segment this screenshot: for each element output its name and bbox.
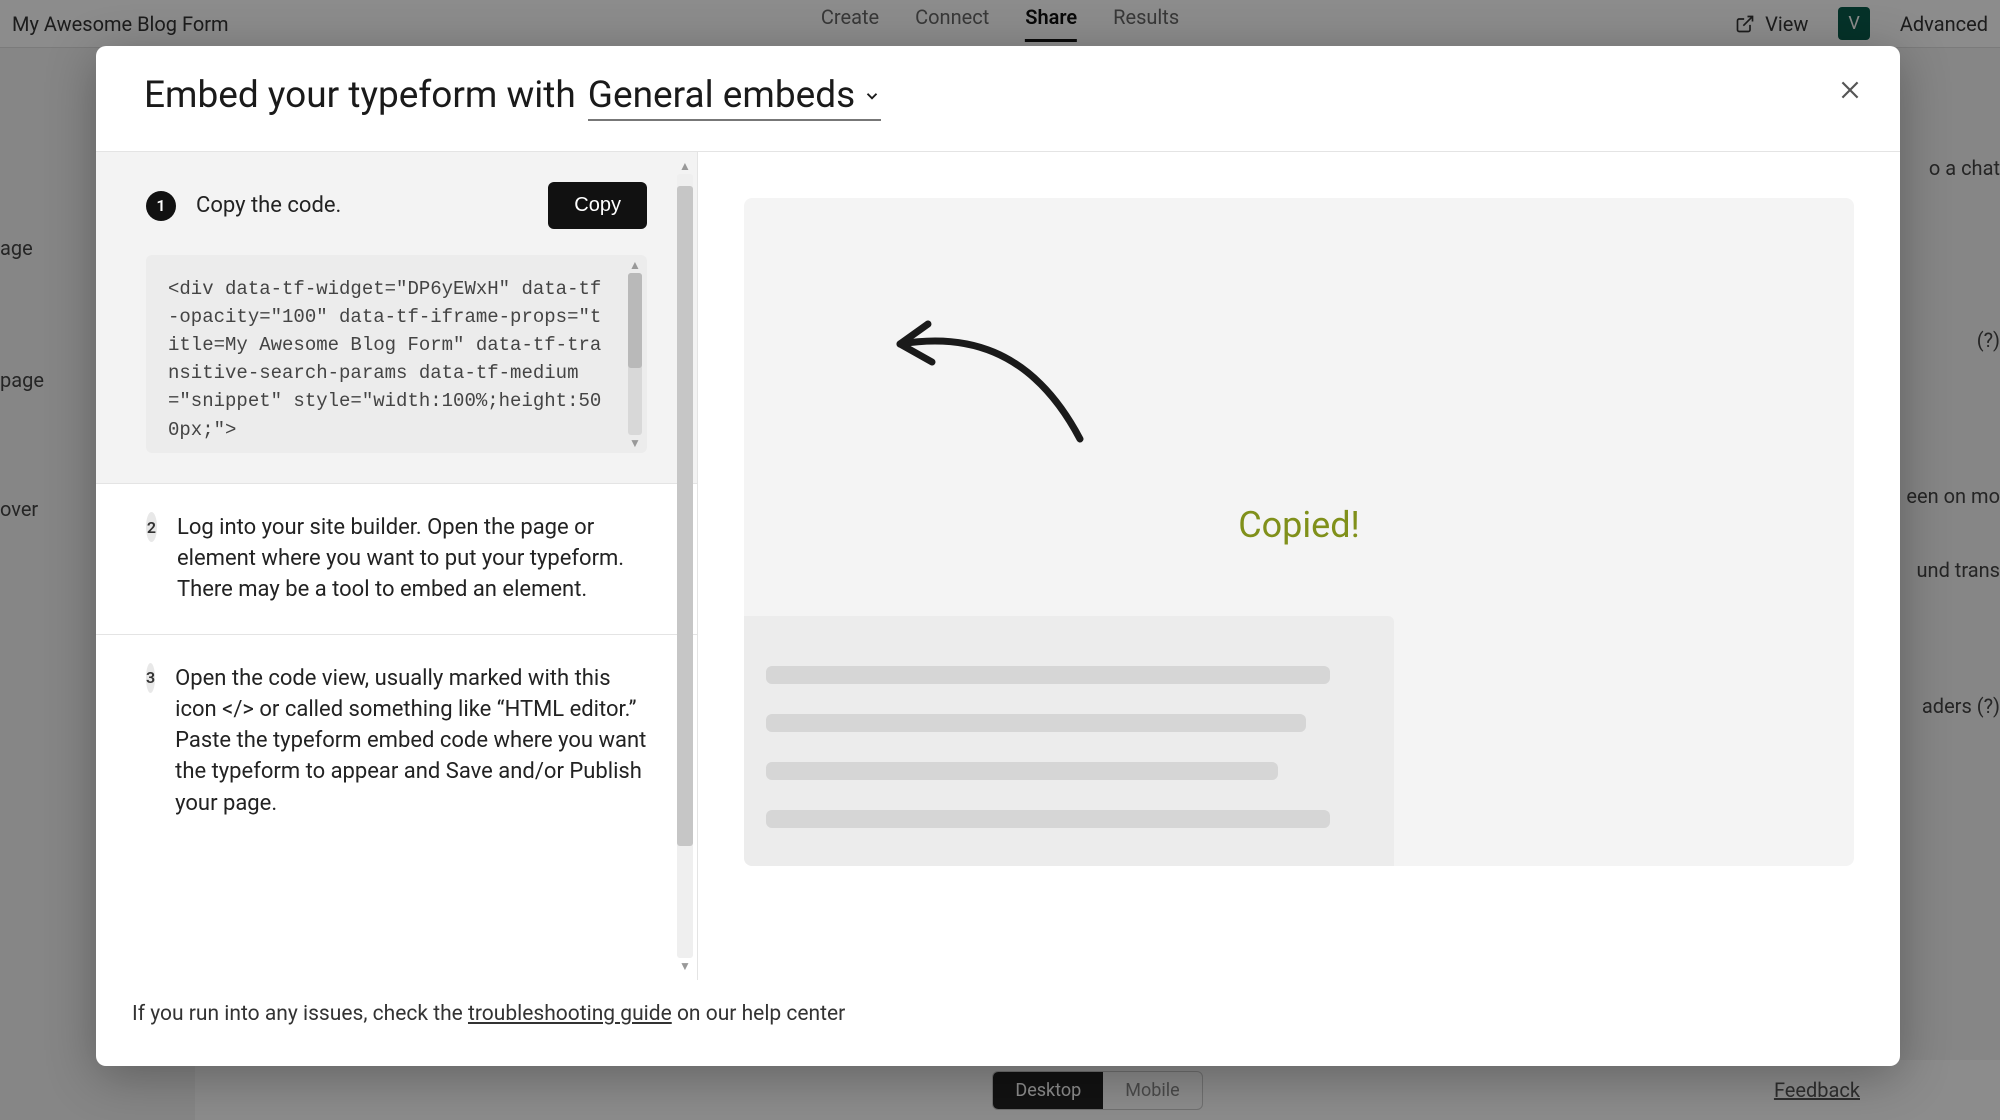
step-3: 3 Open the code view, usually marked wit…	[96, 634, 697, 847]
code-snippet-box[interactable]: <div data-tf-widget="DP6yEWxH" data-tf-o…	[146, 255, 647, 453]
skeleton-line	[766, 762, 1278, 780]
close-button[interactable]	[1832, 72, 1868, 108]
step-number-1: 1	[146, 191, 176, 221]
code-scrollbar[interactable]: ▲ ▼	[627, 259, 643, 449]
code-snippet: <div data-tf-widget="DP6yEWxH" data-tf-o…	[168, 275, 607, 444]
modal-header: Embed your typeform with General embeds	[96, 46, 1900, 151]
step-1-title: Copy the code.	[196, 193, 528, 218]
step-number-2: 2	[146, 512, 157, 542]
scroll-down-icon[interactable]: ▼	[679, 958, 691, 974]
skeleton-line	[766, 714, 1306, 732]
skeleton-line	[766, 810, 1330, 828]
preview-panel: Copied!	[698, 152, 1900, 980]
scroll-up-icon[interactable]: ▲	[679, 158, 691, 174]
modal-body: 1 Copy the code. Copy <div data-tf-widge…	[96, 152, 1900, 980]
curved-arrow-icon	[880, 304, 1100, 444]
footer-prefix: If you run into any issues, check the	[132, 1002, 468, 1026]
chevron-down-icon	[863, 87, 881, 105]
modal-title-prefix: Embed your typeform with	[144, 74, 576, 117]
embed-type-dropdown[interactable]: General embeds	[588, 74, 881, 121]
modal-footer: If you run into any issues, check the tr…	[96, 980, 1900, 1066]
skeleton-line	[766, 666, 1330, 684]
copied-toast: Copied!	[1238, 504, 1360, 546]
scrollbar-thumb[interactable]	[677, 186, 693, 846]
troubleshooting-link[interactable]: troubleshooting guide	[468, 1002, 672, 1026]
preview-card: Copied!	[744, 198, 1854, 866]
close-icon	[1837, 77, 1863, 103]
scroll-down-icon[interactable]: ▼	[629, 437, 641, 449]
preview-doc-skeleton	[744, 616, 1394, 866]
scrollbar-thumb[interactable]	[628, 273, 642, 368]
steps-scroll[interactable]: 1 Copy the code. Copy <div data-tf-widge…	[96, 152, 697, 980]
scroll-up-icon[interactable]: ▲	[629, 259, 641, 271]
footer-suffix: on our help center	[672, 1002, 846, 1026]
copy-button[interactable]: Copy	[548, 182, 647, 229]
panel-scrollbar[interactable]: ▲ ▼	[675, 158, 695, 974]
step-2-text: Log into your site builder. Open the pag…	[177, 512, 647, 606]
modal-title: Embed your typeform with General embeds	[144, 74, 881, 121]
embed-modal: Embed your typeform with General embeds …	[96, 46, 1900, 1066]
step-2: 2 Log into your site builder. Open the p…	[96, 483, 697, 634]
steps-panel: 1 Copy the code. Copy <div data-tf-widge…	[96, 152, 698, 980]
step-number-3: 3	[146, 663, 155, 693]
step-3-text: Open the code view, usually marked with …	[175, 663, 647, 819]
embed-type-label: General embeds	[588, 74, 855, 117]
step-1: 1 Copy the code. Copy <div data-tf-widge…	[96, 152, 697, 483]
